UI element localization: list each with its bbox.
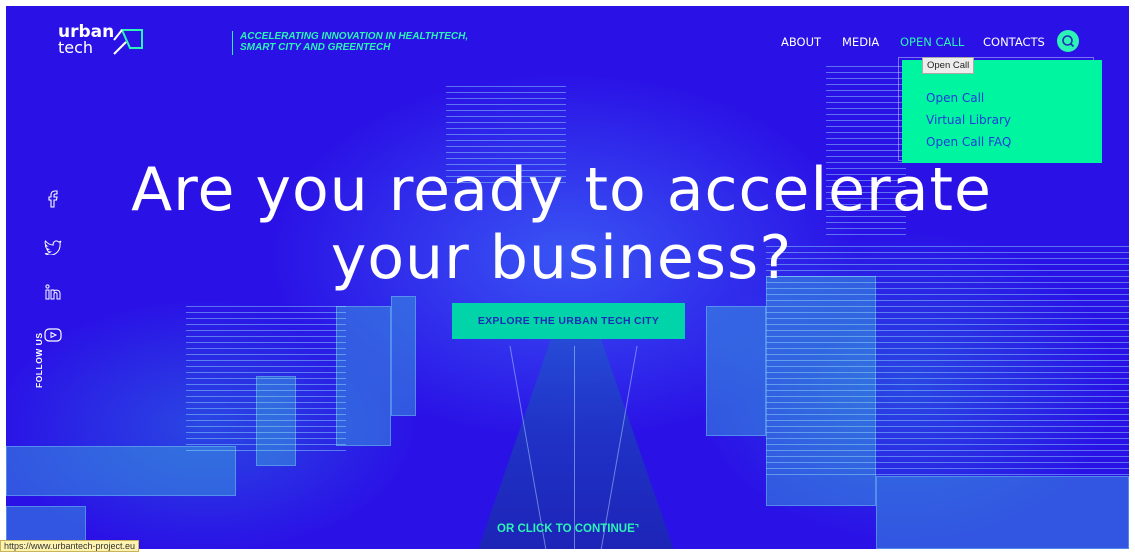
youtube-icon (44, 328, 62, 342)
building (706, 306, 766, 436)
building (876, 476, 1129, 549)
logo-line2: tech (58, 38, 94, 57)
tagline-line2: SMART CITY AND GREENTECH (240, 42, 391, 53)
nav-about[interactable]: ABOUT (781, 35, 821, 49)
tagline-line1: ACCELERATING INNOVATION IN HEALTHTECH, (240, 31, 469, 42)
hero-line2: your business? (330, 223, 793, 293)
explore-button[interactable]: EXPLORE THE URBAN TECH CITY (452, 303, 685, 339)
dropdown-item-open-call[interactable]: Open Call (926, 91, 984, 105)
dropdown-item-open-call-faq[interactable]: Open Call FAQ (926, 135, 1011, 149)
search-button[interactable] (1057, 30, 1079, 52)
twitter-link[interactable] (44, 238, 62, 256)
twitter-icon (44, 240, 62, 255)
linkedin-icon (45, 284, 61, 300)
brand-logo[interactable]: urban tech (58, 24, 114, 56)
continue-link[interactable]: OR CLICK TO CONTINUE⌝ (497, 523, 639, 535)
continue-label: OR CLICK TO CONTINUE (497, 523, 635, 535)
linkedin-link[interactable] (44, 283, 62, 301)
status-bar-url: https://www.urbantech-project.eu (0, 540, 140, 552)
tagline-divider (232, 31, 233, 55)
follow-us-label: FOLLOW US (34, 332, 44, 389)
facebook-link[interactable] (44, 190, 62, 208)
building (391, 296, 416, 416)
search-icon (1062, 35, 1075, 48)
road-line (574, 346, 575, 549)
tooltip: Open Call (922, 57, 975, 74)
youtube-link[interactable] (44, 326, 62, 344)
nav-contacts[interactable]: CONTACTS (983, 35, 1045, 49)
hero-line1: Are you ready to accelerate (131, 155, 992, 225)
facebook-icon (48, 190, 58, 208)
tagline: ACCELERATING INNOVATION IN HEALTHTECH, S… (240, 31, 520, 53)
corner-arrow-icon: ⌝ (634, 523, 640, 533)
nav-open-call[interactable]: OPEN CALL (900, 35, 964, 49)
dropdown-item-virtual-library[interactable]: Virtual Library (926, 113, 1011, 127)
logo-mark-icon (113, 29, 143, 55)
building-stripes (186, 306, 346, 456)
hero-heading: Are you ready to accelerate your busines… (0, 156, 1123, 292)
nav-media[interactable]: MEDIA (842, 35, 879, 49)
